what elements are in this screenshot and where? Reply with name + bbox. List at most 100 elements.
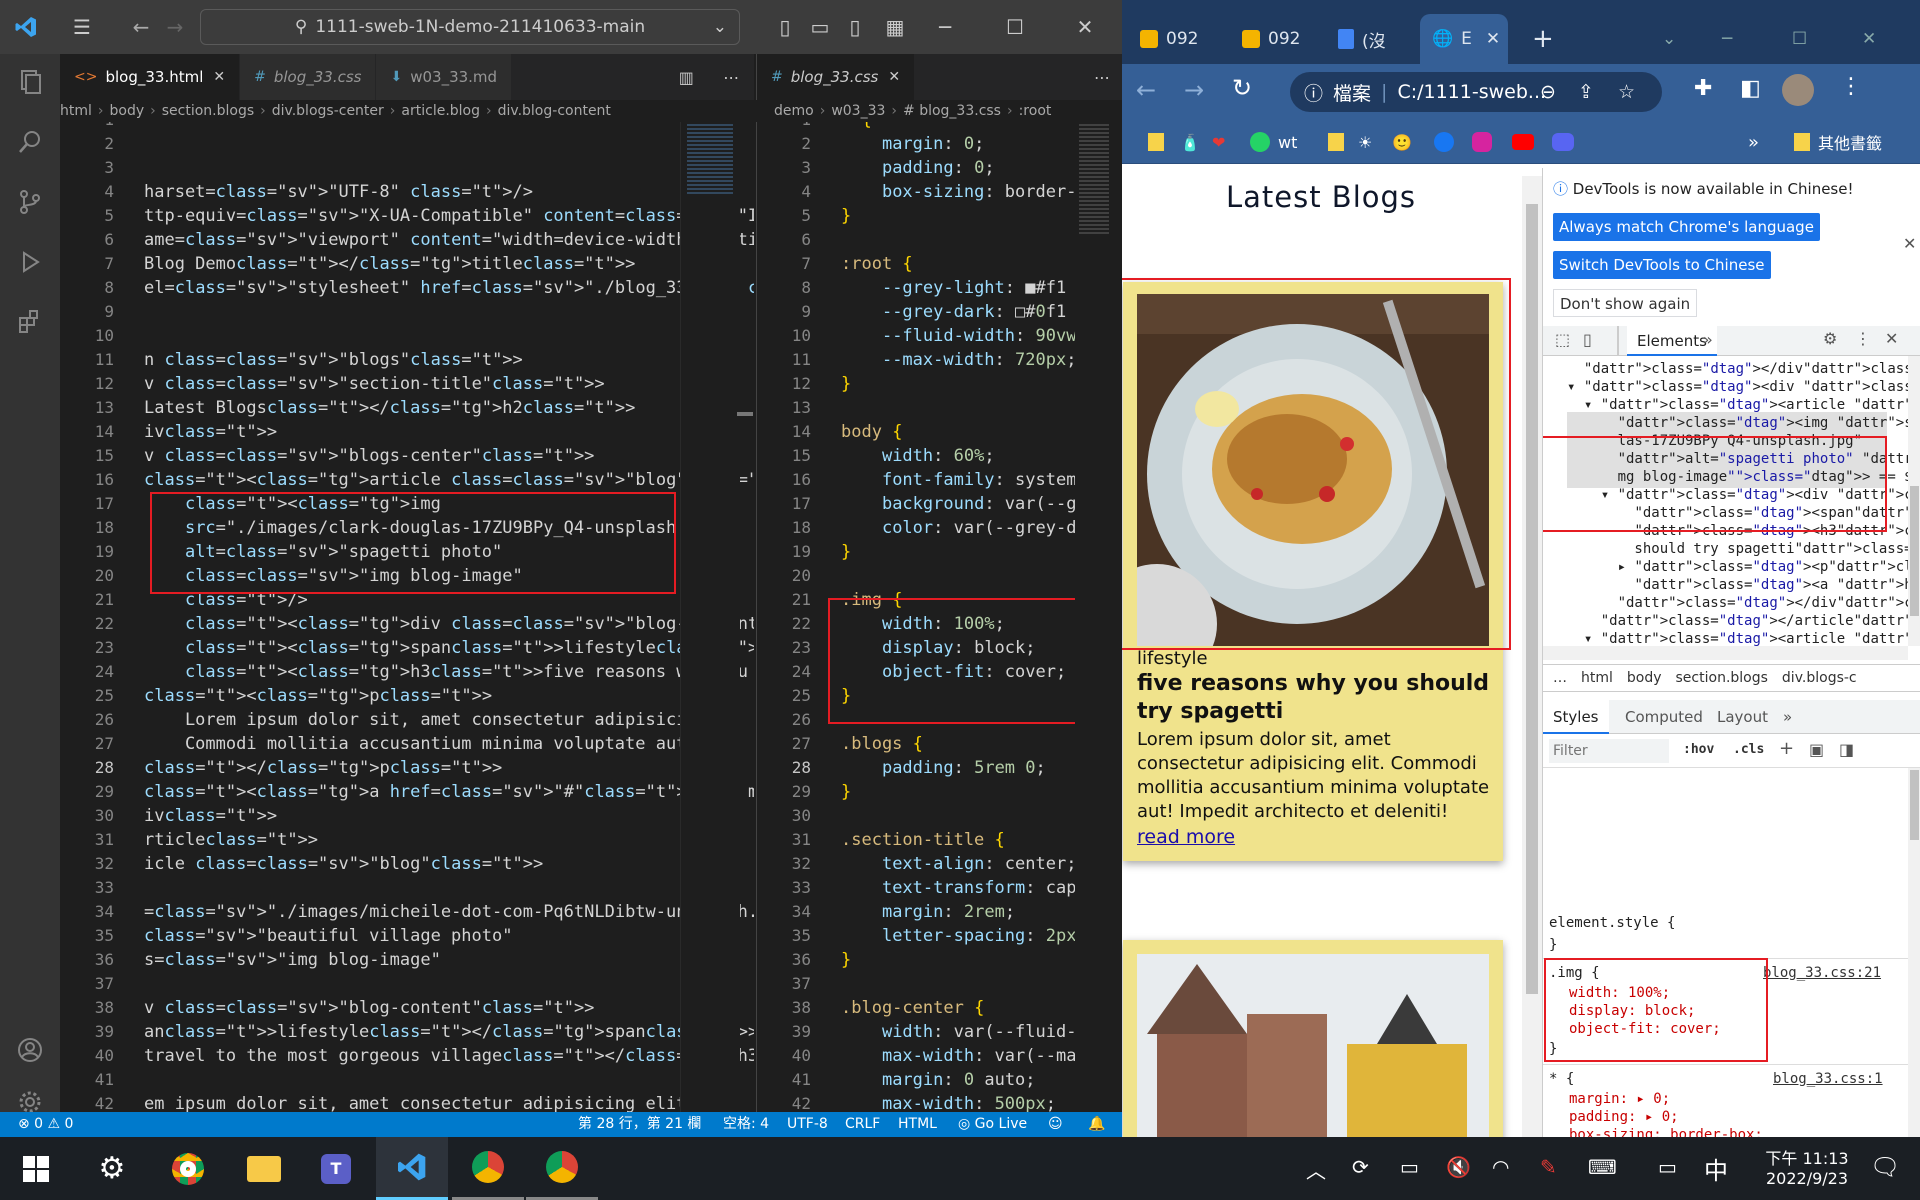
toggle-sidebar-icon[interactable]: ▯ [770,0,800,54]
bookmark-smiley-icon[interactable]: 🙂 [1392,130,1412,154]
styles-scrollbar[interactable] [1908,768,1920,1137]
forward-arrow-icon[interactable]: → [1184,76,1204,104]
code-line[interactable]: 8 el=class="sv">"stylesheet" href=class="… [60,276,754,300]
more-actions-icon[interactable]: ⋯ [723,68,739,87]
cls-toggle[interactable]: .cls [1733,742,1764,757]
run-debug-icon[interactable] [0,234,60,290]
code-line[interactable]: 24 class="t"><class="tg">h3class="t">>fi… [60,660,754,684]
zoom-icon[interactable]: ⊖ [1540,81,1556,103]
eol-status[interactable]: CRLF [845,1112,880,1137]
teams-icon[interactable]: T [300,1137,372,1200]
wifi-icon[interactable]: ◠ [1492,1155,1509,1179]
code-line[interactable]: 38 v class=class="sv">"blog-content"class… [60,996,754,1020]
more-actions-icon[interactable]: ⋯ [1082,54,1122,100]
battery-icon[interactable]: ▭ [1400,1155,1419,1179]
minimize-button[interactable]: ─ [925,0,965,54]
more-bookmarks-button[interactable]: » [1748,130,1759,154]
bookmark-youtube-icon[interactable] [1512,130,1534,154]
breadcrumb-item[interactable]: :root [1019,103,1052,119]
code-line[interactable]: 33 text-transform: cap [757,876,1122,900]
minimize-button[interactable]: ─ [1722,18,1752,60]
breadcrumb-item[interactable]: # blog_33.css [903,103,1001,119]
volume-muted-icon[interactable]: 🔇 [1446,1155,1471,1179]
bookmark-discord-icon[interactable] [1552,130,1574,154]
breadcrumb-item[interactable]: demo [774,103,814,119]
code-line[interactable]: 15 v class=class="sv">"blogs-center"class… [60,444,754,468]
rule-property[interactable]: box-sizing: border-box; [1569,1124,1763,1137]
code-line[interactable]: 9 --grey-dark: □#0f1 [757,300,1122,324]
code-line[interactable]: 12 v class=class="sv">"section-title"clas… [60,372,754,396]
tab-blog-css-right[interactable]: # blog_33.css ✕ [757,54,916,100]
problems-status[interactable]: ⊗ 0 ⚠ 0 [18,1112,73,1137]
chrome-app-icon[interactable] [152,1137,224,1200]
code-line[interactable]: 6 [757,228,1122,252]
tab-search-icon[interactable]: ⌄ [1662,18,1692,60]
code-line[interactable]: 42 em ipsum dolor sit, amet consectetur a… [60,1092,754,1112]
code-line[interactable]: 27 .blogs { [757,732,1122,756]
chrome-profile-app-icon[interactable] [526,1137,598,1200]
tab-layout[interactable]: Layout [1707,700,1778,734]
always-match-language-button[interactable]: Always match Chrome's language [1553,213,1820,241]
switch-to-chinese-button[interactable]: Switch DevTools to Chinese [1553,251,1771,279]
code-line[interactable]: 19} [757,540,1122,564]
code-line[interactable]: 12} [757,372,1122,396]
display-icon[interactable]: ▭ [1658,1155,1677,1179]
code-line[interactable]: 25 class="t"><class="tg">pclass="t">> [60,684,754,708]
element-style-rule[interactable]: element.style { [1549,912,1675,934]
customize-layout-icon[interactable]: ▦ [880,0,910,54]
breadcrumb-item[interactable]: div.blog-content [498,103,611,119]
dom-scrollbar[interactable] [1908,356,1920,646]
code-line[interactable]: 20 [757,564,1122,588]
code-line[interactable]: 4 harset=class="sv">"UTF-8" class="t">/> [60,180,754,204]
minimap[interactable] [680,122,740,1112]
browser-tab[interactable]: 092 [1140,18,1220,60]
browser-tab[interactable]: 092 [1242,18,1322,60]
ime-indicator[interactable]: 中 [1704,1151,1728,1186]
feedback-icon[interactable]: ☺ [1048,1112,1063,1137]
code-line[interactable]: 15 width: 60%; [757,444,1122,468]
breadcrumb-item[interactable]: body [1627,670,1662,686]
reload-icon[interactable]: ↻ [1232,74,1252,102]
rule-source-link[interactable]: blog_33.css:21 [1763,962,1881,984]
code-line[interactable]: 31 rticleclass="t">> [60,828,754,852]
code-line[interactable]: 28 class="t"></class="tg">pclass="t">> [60,756,754,780]
inspect-element-icon[interactable]: ⬚ [1555,330,1570,349]
code-line[interactable]: 34 margin: 2rem; [757,900,1122,924]
tab-blog-html[interactable]: <> blog_33.html ✕ [60,54,241,100]
close-button[interactable]: ✕ [1065,0,1105,54]
code-line[interactable]: 17 background: var(--g [757,492,1122,516]
code-line[interactable]: 37 [757,972,1122,996]
html-editor[interactable]: 1234harset=class="sv">"UTF-8" class="t">… [60,122,754,1112]
tray-sync-icon[interactable]: ⟳ [1352,1155,1369,1179]
device-toolbar-icon[interactable]: ▯ [1583,330,1592,349]
code-line[interactable]: 2 [60,132,754,156]
scrollbar-thumb[interactable] [1526,204,1538,994]
back-arrow-icon[interactable]: ← [126,0,156,54]
customize-icon[interactable]: ⋮ [1855,329,1871,348]
styles-filter-input[interactable] [1549,739,1669,763]
code-line[interactable]: 30 ivclass="t">> [60,804,754,828]
dont-show-again-button[interactable]: Don't show again [1553,289,1698,317]
side-panel-icon[interactable]: ◧ [1740,76,1761,101]
bookmark-instagram-icon[interactable] [1472,130,1492,154]
code-line[interactable]: 14 body { [757,420,1122,444]
command-center-search[interactable]: ⚲ 1111-sweb-1N-demo-211410633-main ⌄ [200,9,740,45]
bookmark-star-icon[interactable]: ☆ [1618,81,1635,103]
breadcrumb-item[interactable]: html [60,103,92,119]
cursor-position[interactable]: 第 28 行，第 21 欄 [578,1112,701,1137]
code-line[interactable]: 35 letter-spacing: 2px [757,924,1122,948]
code-line[interactable]: 13 Latest Blogsclass="t"></class="tg">h2c… [60,396,754,420]
back-arrow-icon[interactable]: ← [1136,76,1156,104]
bookmark-folder-icon[interactable] [1328,130,1344,154]
code-line[interactable]: 14 ivclass="t">> [60,420,754,444]
chrome-menu-icon[interactable]: ⋮ [1840,74,1862,99]
breadcrumb-item[interactable]: article.blog [401,103,480,119]
code-line[interactable]: 27 Commodi mollitia accusantium minima v… [60,732,754,756]
encoding-status[interactable]: UTF-8 [787,1112,828,1137]
code-line[interactable]: 32 icle class=class="sv">"blog"class="t">… [60,852,754,876]
more-tabs-icon[interactable]: » [1773,700,1802,734]
start-windows-icon[interactable] [0,1137,72,1200]
chrome-profile-app-icon[interactable] [452,1137,524,1200]
code-line[interactable]: 13 [757,396,1122,420]
code-line[interactable]: 36} [757,948,1122,972]
